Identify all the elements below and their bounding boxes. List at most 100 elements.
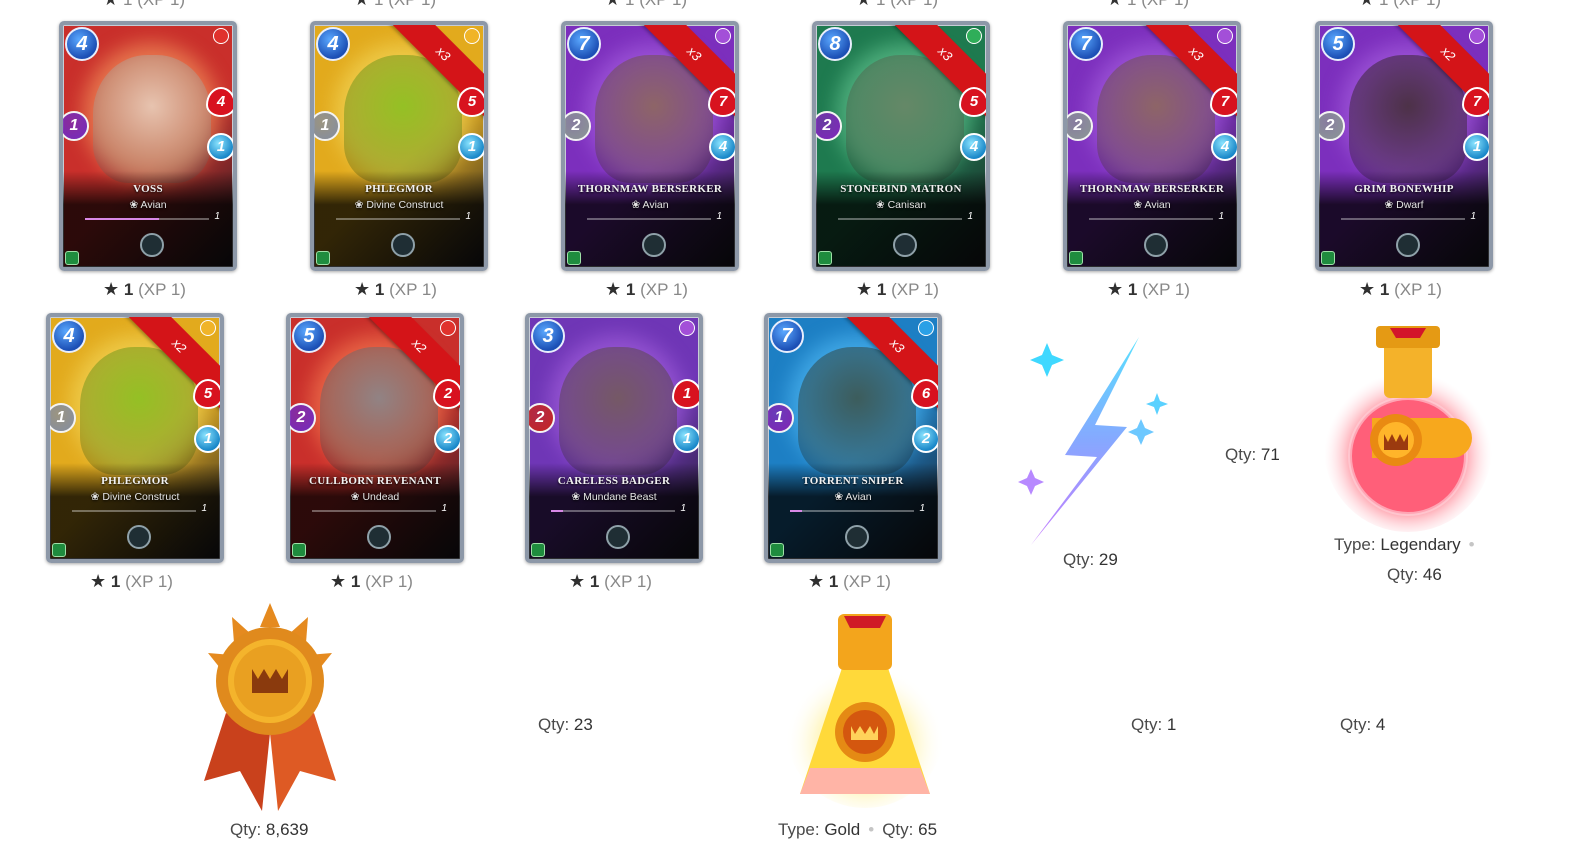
attack-stat: 1 xyxy=(50,403,76,433)
monster-card[interactable]: 3 2 1 1 CARELESS BADGER ❀ Mundane Beast 1 xyxy=(525,313,703,563)
card-level: 1 xyxy=(441,503,447,514)
mana-cost: 4 xyxy=(65,27,99,61)
speed-stat: 4 xyxy=(1211,133,1237,161)
health-stat: 7 xyxy=(1210,87,1237,117)
card-name: CULLBORN REVENANT xyxy=(309,475,441,487)
element-icon xyxy=(440,320,456,336)
card-type-label: Avian xyxy=(140,199,167,211)
card-name: TORRENT SNIPER xyxy=(802,475,904,487)
monster-card[interactable]: x3 8 2 5 4 STONEBIND MATRON ❀ Canisan 1 xyxy=(812,21,990,271)
mana-cost: 8 xyxy=(818,27,852,61)
xp-value: (XP 1) xyxy=(388,0,436,9)
element-icon xyxy=(918,320,934,336)
card-art xyxy=(93,55,211,183)
ability-icon xyxy=(642,233,666,257)
level-value: 1 xyxy=(350,572,361,591)
level-bar xyxy=(85,218,209,220)
level-bar xyxy=(336,218,460,220)
energy-qty: Qty: 29 xyxy=(1063,550,1118,569)
xp-value: (XP 1) xyxy=(1393,0,1441,9)
speed-stat: 1 xyxy=(1463,133,1489,161)
level-value: 1 xyxy=(123,280,134,299)
type-icon: ❀ xyxy=(1133,199,1145,211)
speed-stat: 2 xyxy=(434,425,460,453)
edition-icon xyxy=(567,251,581,265)
xp-value: (XP 1) xyxy=(365,572,413,591)
level-value: 1 xyxy=(374,0,383,9)
partial-level-caption: ★ 1 (XP 1) xyxy=(103,0,185,10)
level-bar xyxy=(1089,218,1213,220)
level-value: 1 xyxy=(1127,280,1138,299)
type-icon: ❀ xyxy=(1384,199,1397,211)
card-name: STONEBIND MATRON xyxy=(840,183,962,195)
card-level-caption: ★ 1 (XP 1) xyxy=(103,279,186,300)
gold-potion-icon xyxy=(785,614,945,808)
element-icon xyxy=(1217,28,1233,44)
level-value: 1 xyxy=(110,572,121,591)
monster-card[interactable]: x3 7 2 7 4 THORNMAW BERSERKER ❀ Avian 1 xyxy=(1063,21,1241,271)
star-icon: ★ xyxy=(856,279,873,299)
monster-card[interactable]: 4 1 4 1 VOSS ❀ Avian 1 xyxy=(59,21,237,271)
medal-qty: Qty: 8,639 xyxy=(230,820,309,839)
level-value: 1 xyxy=(1379,0,1388,9)
element-icon xyxy=(679,320,695,336)
mana-cost: 7 xyxy=(770,319,804,353)
star-icon: ★ xyxy=(808,571,825,591)
ability-icon xyxy=(1144,233,1168,257)
xp-value: (XP 1) xyxy=(1394,280,1442,299)
card-type: ❀ Avian xyxy=(565,199,735,211)
partial-level-caption: ★ 1 (XP 1) xyxy=(856,0,938,10)
star-icon: ★ xyxy=(856,0,871,9)
type-icon: ❀ xyxy=(129,199,141,211)
card-type-label: Dwarf xyxy=(1396,199,1424,211)
mana-cost: 5 xyxy=(1321,27,1355,61)
card-level: 1 xyxy=(1470,211,1476,222)
partial-level-caption: ★ 1 (XP 1) xyxy=(1107,0,1189,10)
element-icon xyxy=(966,28,982,44)
xp-value: (XP 1) xyxy=(640,280,688,299)
element-icon xyxy=(200,320,216,336)
card-art xyxy=(559,347,677,475)
level-bar xyxy=(838,218,962,220)
level-value: 1 xyxy=(828,572,839,591)
edition-icon xyxy=(531,543,545,557)
card-type: ❀ Divine Construct xyxy=(314,199,484,211)
level-value: 1 xyxy=(1127,0,1136,9)
monster-card[interactable]: x3 4 1 5 1 PHLEGMOR ❀ Divine Construct 1 xyxy=(310,21,488,271)
card-level-caption: ★ 1 (XP 1) xyxy=(856,279,939,300)
card-type: ❀ Dwarf xyxy=(1319,199,1489,211)
card-type-label: Divine Construct xyxy=(102,491,180,503)
xp-value: (XP 1) xyxy=(890,0,938,9)
card-name: GRIM BONEWHIP xyxy=(1354,183,1454,195)
star-icon: ★ xyxy=(354,279,371,299)
card-level: 1 xyxy=(967,211,973,222)
card-name: CARELESS BADGER xyxy=(557,475,671,487)
health-stat: 7 xyxy=(708,87,735,117)
legendary-potion-icon xyxy=(1324,326,1492,532)
card-type: ❀ Mundane Beast xyxy=(529,491,699,503)
partial-level-caption: ★ 1 (XP 1) xyxy=(605,0,687,10)
monster-card[interactable]: x2 5 2 7 1 GRIM BONEWHIP ❀ Dwarf 1 xyxy=(1315,21,1493,271)
monster-card[interactable]: x2 4 1 5 1 PHLEGMOR ❀ Divine Construct 1 xyxy=(46,313,224,563)
attack-stat: 1 xyxy=(768,403,794,433)
card-type-label: Canisan xyxy=(887,199,927,211)
monster-card[interactable]: x3 7 2 7 4 THORNMAW BERSERKER ❀ Avian 1 xyxy=(561,21,739,271)
monster-card[interactable]: x3 7 1 6 2 TORRENT SNIPER ❀ Avian 1 xyxy=(764,313,942,563)
monster-card[interactable]: x2 5 2 2 2 CULLBORN REVENANT ❀ Undead 1 xyxy=(286,313,464,563)
mana-cost: 7 xyxy=(567,27,601,61)
star-icon: ★ xyxy=(1107,0,1122,9)
card-level: 1 xyxy=(201,503,207,514)
card-type: ❀ Undead xyxy=(290,491,460,503)
level-bar xyxy=(1341,218,1465,220)
level-bar-fill xyxy=(551,510,564,512)
level-value: 1 xyxy=(876,280,887,299)
card-level-caption: ★ 1 (XP 1) xyxy=(330,571,413,592)
xp-value: (XP 1) xyxy=(1141,0,1189,9)
ability-icon xyxy=(1396,233,1420,257)
xp-value: (XP 1) xyxy=(843,572,891,591)
partial-level-caption: ★ 1 (XP 1) xyxy=(354,0,436,10)
card-level: 1 xyxy=(214,211,220,222)
card-type-label: Undead xyxy=(362,491,400,503)
edition-icon xyxy=(316,251,330,265)
card-type: ❀ Avian xyxy=(1067,199,1237,211)
